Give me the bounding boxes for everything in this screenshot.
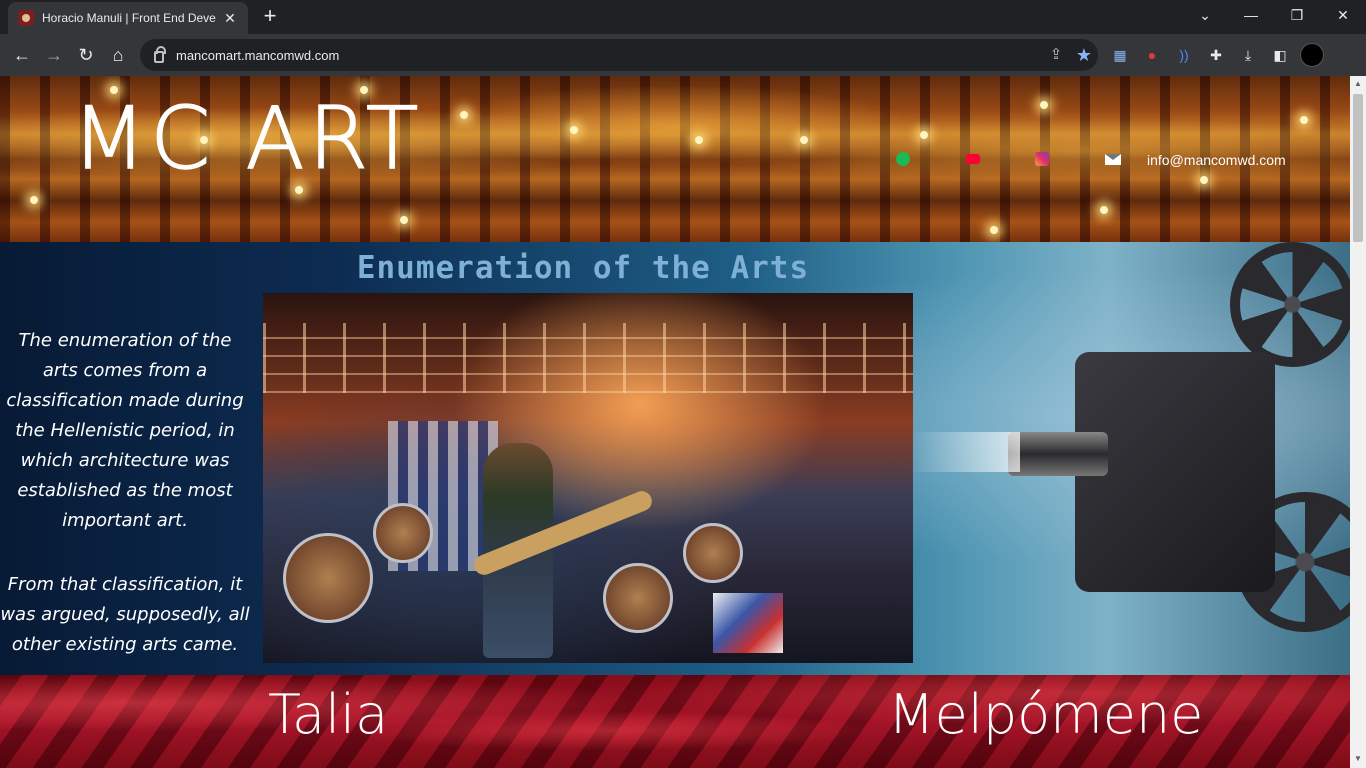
bookmark-star-icon[interactable]: ★	[1070, 41, 1098, 69]
muse-talia-heading: Talia	[268, 683, 389, 746]
youtube-icon[interactable]	[966, 154, 980, 164]
home-button[interactable]: ⌂	[104, 41, 132, 69]
download-icon[interactable]: ⤓	[1236, 43, 1260, 67]
tab-search-chevron-icon[interactable]: ⌄	[1182, 0, 1228, 34]
close-window-button[interactable]: ✕	[1320, 0, 1366, 34]
site-logo[interactable]: MC ART	[71, 95, 422, 182]
page-viewport: MC ART info@mancomwd.com Enumeration of …	[0, 76, 1350, 768]
film-projector-image	[910, 242, 1350, 675]
section-title: Enumeration of the Arts	[356, 250, 810, 286]
arts-paragraph-1: The enumeration of the arts comes from a…	[6, 330, 244, 531]
muse-melpomene-heading: Melpómene	[888, 683, 1204, 746]
spotify-icon[interactable]	[896, 152, 910, 166]
scroll-down-arrow-icon[interactable]: ▼	[1353, 754, 1363, 764]
side-panel-icon[interactable]: ◧	[1268, 43, 1292, 67]
restore-button[interactable]: ❐	[1274, 0, 1320, 34]
url-text[interactable]: mancomart.mancomwd.com	[176, 48, 1042, 63]
instagram-icon[interactable]	[1035, 152, 1049, 166]
extensions-puzzle-icon[interactable]: ✚	[1204, 43, 1228, 67]
lock-icon[interactable]	[154, 46, 166, 63]
extension-audio-icon[interactable]: ))	[1172, 43, 1196, 67]
minimize-button[interactable]: —	[1228, 0, 1274, 34]
tab-close-icon[interactable]: ✕	[222, 10, 238, 27]
browser-toolbar: ← → ↻ ⌂ mancomart.mancomwd.com ⇪ ★ ▦ ● )…	[0, 34, 1366, 76]
mail-icon[interactable]	[1105, 154, 1121, 165]
muses-section: Talia Melpómene	[0, 675, 1350, 768]
arts-section: Enumeration of the Arts The enumeration …	[0, 242, 1350, 675]
profile-avatar[interactable]	[1300, 43, 1324, 67]
page-scrollbar[interactable]: ▲ ▼	[1350, 76, 1366, 768]
share-icon[interactable]: ⇪	[1042, 41, 1070, 69]
extension-translate-icon[interactable]: ▦	[1108, 43, 1132, 67]
forward-button[interactable]: →	[40, 41, 68, 69]
theatre-header: MC ART info@mancomwd.com	[0, 76, 1350, 242]
back-button[interactable]: ←	[8, 41, 36, 69]
contact-email-link[interactable]: info@mancomwd.com	[1147, 152, 1286, 168]
tab-title: Horacio Manuli | Front End Deve	[42, 11, 216, 25]
arts-paragraph-2: From that classification, it was argued,…	[0, 574, 250, 655]
scroll-up-arrow-icon[interactable]: ▲	[1353, 79, 1363, 89]
address-bar[interactable]: mancomart.mancomwd.com ⇪ ★	[140, 39, 1098, 71]
reload-button[interactable]: ↻	[72, 41, 100, 69]
band-on-stage-image	[263, 293, 913, 663]
new-tab-button[interactable]: +	[258, 5, 282, 29]
scrollbar-thumb[interactable]	[1353, 94, 1363, 242]
site-favicon-icon	[18, 10, 34, 26]
extension-adblock-icon[interactable]: ●	[1140, 43, 1164, 67]
browser-tab[interactable]: Horacio Manuli | Front End Deve ✕	[8, 2, 248, 34]
tab-strip: Horacio Manuli | Front End Deve ✕ + ⌄ — …	[0, 0, 1366, 34]
arts-description: The enumeration of the arts comes from a…	[0, 326, 250, 660]
